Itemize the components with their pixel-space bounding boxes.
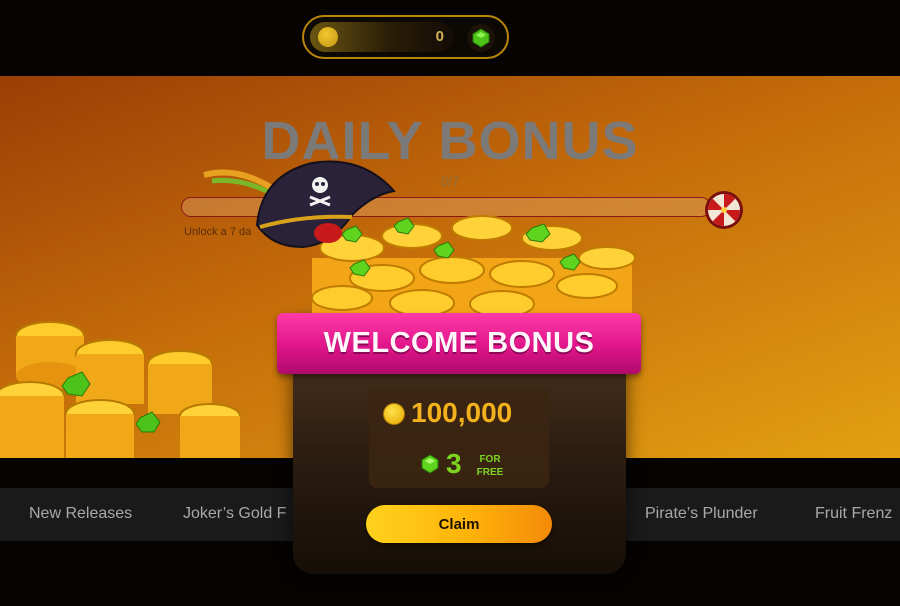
reward-gems-caption: FOR FREE xyxy=(470,453,510,479)
nav-item-new-releases[interactable]: New Releases xyxy=(29,505,132,523)
top-bar: 0 xyxy=(0,0,900,76)
nav-item-fruit-frenzy[interactable]: Fruit Frenz xyxy=(815,505,892,523)
coin-balance-pill: 0 xyxy=(310,22,454,52)
nav-item-jokers-gold[interactable]: Joker’s Gold F xyxy=(183,505,286,523)
claim-button[interactable]: Claim xyxy=(366,505,552,543)
daily-bonus-title: DAILY BONUS xyxy=(261,111,639,171)
welcome-bonus-title: WELCOME BONUS xyxy=(323,327,595,359)
coin-icon xyxy=(383,403,405,425)
reward-coins-amount: 100,000 xyxy=(411,397,513,428)
coin-balance: 0 xyxy=(435,28,444,45)
reward-gems-caption-line1: FOR xyxy=(479,454,501,465)
coin-icon xyxy=(318,27,338,47)
coin-pile-illustration xyxy=(0,321,241,458)
pirate-hat-illustration xyxy=(203,160,396,249)
welcome-bonus-banner: WELCOME BONUS xyxy=(277,313,641,374)
prize-wheel-icon xyxy=(705,191,743,229)
gem-icon xyxy=(421,454,439,474)
wallet-balance[interactable]: 0 xyxy=(302,15,509,59)
nav-item-pirates-plunder[interactable]: Pirate’s Plunder xyxy=(645,505,758,523)
daily-bonus-progress-count: 0/7 xyxy=(440,174,460,189)
gem-icon xyxy=(467,24,495,52)
reward-gems-amount: 3 xyxy=(446,448,462,479)
reward-summary-panel: 100,000 3 FOR FREE xyxy=(369,389,549,488)
reward-gems-caption-line2: FREE xyxy=(476,467,504,478)
